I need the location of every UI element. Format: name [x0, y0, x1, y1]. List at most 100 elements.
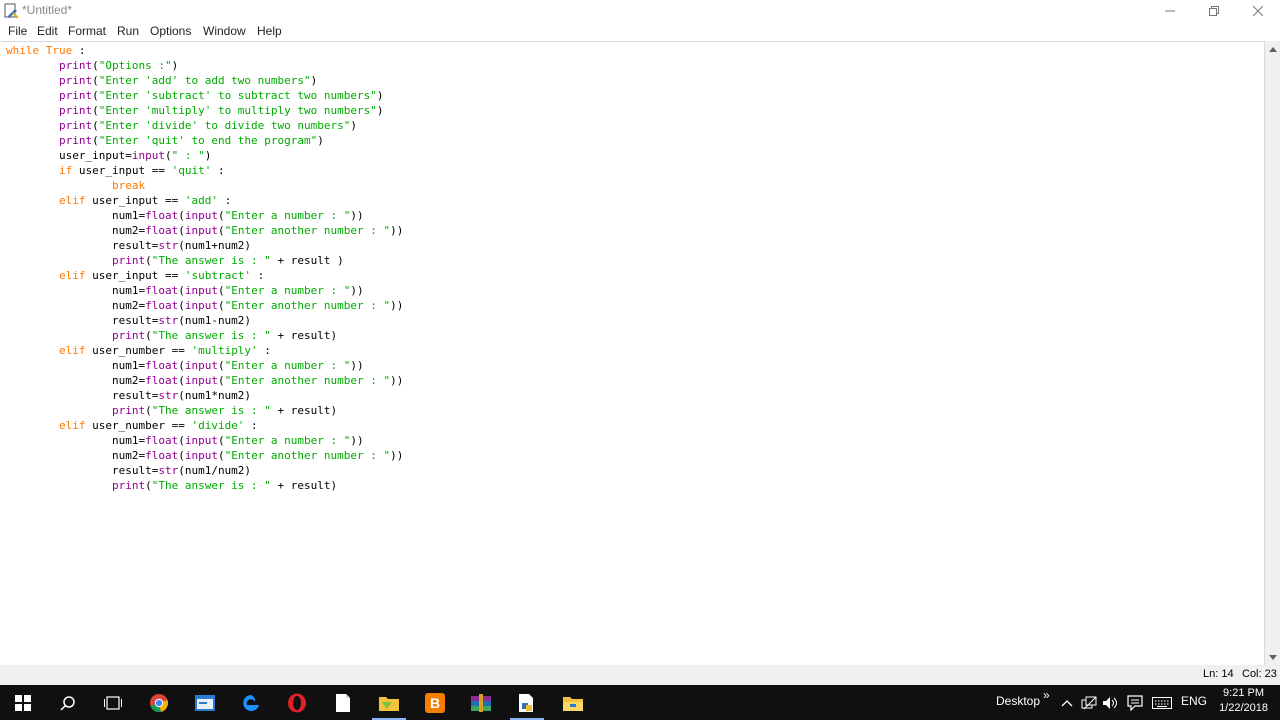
string-token: 'quit'	[171, 164, 212, 177]
menu-format[interactable]: Format	[67, 24, 107, 38]
string-token: "Enter another number : "	[224, 449, 391, 462]
file-icon[interactable]	[366, 685, 412, 720]
scroll-down-arrow-icon[interactable]	[1265, 649, 1280, 665]
menu-bar: File Edit Format Run Options Window Help	[0, 22, 1280, 41]
string-token: "Enter 'subtract' to subtract two number…	[98, 89, 377, 102]
code-line[interactable]: result=str(num1+num2)	[6, 238, 403, 253]
code-line[interactable]: num2=float(input("Enter another number :…	[6, 448, 403, 463]
code-line[interactable]: num2=float(input("Enter another number :…	[6, 373, 403, 388]
code-line[interactable]: elif user_number == 'multiply' :	[6, 343, 403, 358]
window-title: *Untitled*	[22, 3, 73, 17]
opera-icon[interactable]	[274, 685, 320, 720]
code-token: :	[217, 194, 232, 207]
python-file-icon[interactable]	[504, 685, 550, 720]
code-token: (	[92, 119, 99, 132]
code-line[interactable]: print("The answer is : " + result)	[6, 328, 403, 343]
builtin-token: input	[184, 284, 218, 297]
code-token: (	[164, 149, 172, 162]
builtin-token: float	[145, 284, 179, 297]
code-line[interactable]: elif user_input == 'subtract' :	[6, 268, 403, 283]
python-idle-icon[interactable]	[182, 685, 228, 720]
code-token: user_input ==	[85, 269, 185, 282]
chrome-icon[interactable]	[136, 685, 182, 720]
builtin-token: float	[145, 209, 179, 222]
code-token: num1=	[6, 284, 146, 297]
builtin-token: float	[145, 434, 179, 447]
scroll-thumb[interactable]	[1266, 58, 1279, 648]
search-icon[interactable]	[45, 685, 91, 720]
svg-text:B: B	[430, 695, 440, 711]
code-line[interactable]: print("The answer is : " + result)	[6, 478, 403, 493]
menu-window[interactable]: Window	[202, 24, 247, 38]
code-line[interactable]: result=str(num1/num2)	[6, 463, 403, 478]
code-line[interactable]: print("Enter 'multiply' to multiply two …	[6, 103, 403, 118]
code-token: num1=	[6, 209, 146, 222]
code-editor[interactable]: while True : print("Options :") print("E…	[1, 41, 1265, 667]
code-line[interactable]: print("Enter 'quit' to end the program")	[6, 133, 403, 148]
code-line[interactable]: print("The answer is : " + result)	[6, 403, 403, 418]
menu-help[interactable]: Help	[256, 24, 283, 38]
code-line[interactable]: print("Enter 'divide' to divide two numb…	[6, 118, 403, 133]
code-line[interactable]: elif user_input == 'add' :	[6, 193, 403, 208]
notepad-icon[interactable]	[320, 685, 366, 720]
file-explorer-icon[interactable]	[550, 685, 596, 720]
code-line[interactable]: num1=float(input("Enter a number : "))	[6, 283, 403, 298]
string-token: "Enter a number : "	[224, 284, 351, 297]
code-line[interactable]: print("The answer is : " + result )	[6, 253, 403, 268]
restore-button[interactable]	[1192, 0, 1236, 22]
network-icon[interactable]	[1081, 694, 1099, 712]
code-line[interactable]: result=str(num1*num2)	[6, 388, 403, 403]
string-token: 'add'	[184, 194, 218, 207]
code-line[interactable]: num1=float(input("Enter a number : "))	[6, 208, 403, 223]
task-view-icon[interactable]	[90, 685, 136, 720]
menu-run[interactable]: Run	[116, 24, 140, 38]
code-line[interactable]: print("Options :")	[6, 58, 403, 73]
code-line[interactable]: result=str(num1-num2)	[6, 313, 403, 328]
keyboard-icon[interactable]	[1151, 694, 1173, 712]
menu-file[interactable]: File	[7, 24, 28, 38]
code-line[interactable]: num1=float(input("Enter a number : "))	[6, 433, 403, 448]
code-line[interactable]: while True :	[6, 43, 403, 58]
code-line[interactable]: user_input=input(" : ")	[6, 148, 403, 163]
language-indicator[interactable]: ENG	[1181, 694, 1207, 708]
start-icon[interactable]	[0, 685, 46, 720]
archive-icon[interactable]	[458, 685, 504, 720]
clock-date[interactable]: 1/22/2018	[1212, 702, 1268, 714]
toolbar-overflow-icon[interactable]: »	[1043, 688, 1050, 702]
code-token: user_input ==	[85, 194, 185, 207]
code-token: (num1+num2)	[178, 239, 252, 252]
scroll-up-arrow-icon[interactable]	[1265, 41, 1280, 57]
code-token: + result)	[270, 479, 338, 492]
vertical-scrollbar[interactable]	[1265, 41, 1280, 665]
blogger-icon[interactable]: B	[412, 685, 458, 720]
code-line[interactable]: print("Enter 'add' to add two numbers")	[6, 73, 403, 88]
builtin-token: input	[184, 449, 218, 462]
show-hidden-icons-icon[interactable]	[1058, 694, 1076, 712]
code-line[interactable]: print("Enter 'subtract' to subtract two …	[6, 88, 403, 103]
code-line[interactable]: if user_input == 'quit' :	[6, 163, 403, 178]
desktop-toolbar-label[interactable]: Desktop	[996, 694, 1040, 708]
builtin-token: input	[184, 359, 218, 372]
clock-time[interactable]: 9:21 PM	[1218, 687, 1264, 699]
code-area[interactable]: while True : print("Options :") print("E…	[6, 43, 403, 493]
code-token: num1=	[6, 434, 146, 447]
code-line[interactable]: break	[6, 178, 403, 193]
keyword-token: while True	[6, 44, 73, 57]
close-button[interactable]	[1236, 0, 1280, 22]
code-line[interactable]: elif user_number == 'divide' :	[6, 418, 403, 433]
code-token: (	[217, 224, 225, 237]
code-line[interactable]: num2=float(input("Enter another number :…	[6, 298, 403, 313]
code-token: num2=	[6, 224, 146, 237]
action-center-icon[interactable]	[1126, 694, 1144, 712]
code-line[interactable]: num1=float(input("Enter a number : "))	[6, 358, 403, 373]
edge-icon[interactable]	[228, 685, 274, 720]
minimize-button[interactable]	[1148, 0, 1192, 22]
code-token: (	[145, 254, 152, 267]
code-line[interactable]: num2=float(input("Enter another number :…	[6, 223, 403, 238]
volume-icon[interactable]	[1102, 694, 1120, 712]
menu-options[interactable]: Options	[149, 24, 192, 38]
string-token: "Options :"	[98, 59, 172, 72]
menu-edit[interactable]: Edit	[36, 24, 59, 38]
